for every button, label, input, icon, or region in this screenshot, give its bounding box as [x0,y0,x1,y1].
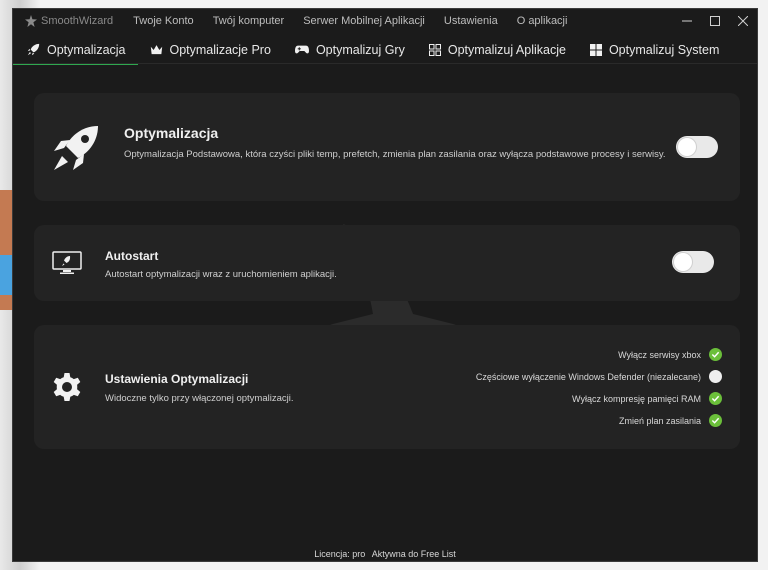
rocket-icon [27,43,40,56]
maximize-icon [710,16,720,26]
menu-item-account[interactable]: Twoje Konto [133,15,194,27]
tab-optymalizuj-gry[interactable]: Optymalizuj Gry [283,37,417,63]
card-title: Ustawienia Optymalizacji [105,372,249,386]
card-autostart: Autostart Autostart optymalizacji wraz z… [34,225,740,301]
menu-item-settings[interactable]: Ustawienia [444,15,498,27]
option-row-xbox[interactable]: Wyłącz serwisy xbox [618,348,722,361]
checkmark-icon [711,351,720,358]
app-brand-label: SmoothWizard [41,15,114,27]
tab-optymalizacje-pro[interactable]: Optymalizacje Pro [138,37,283,63]
window-controls [673,9,757,33]
status-bar: Licencja: pro Aktywna do Free List [13,549,757,559]
option-row-defender[interactable]: Częściowe wyłączenie Windows Defender (n… [476,370,722,383]
apps-grid-icon [428,43,441,56]
free-list-label: Aktywna do Free List [371,549,456,559]
monitor-rocket-icon [52,251,82,274]
tab-optymalizuj-aplikacje[interactable]: Optymalizuj Aplikacje [417,37,578,63]
maximize-button[interactable] [701,9,729,33]
tab-label: Optymalizuj Aplikacje [447,42,566,57]
app-window: SmoothWizard Twoje Konto Twój komputer S… [12,8,758,562]
menu-item-mobile-server[interactable]: Serwer Mobilnej Aplikacji [303,15,425,27]
option-label: Wyłącz kompresję pamięci RAM [572,393,701,404]
tab-label: Optymalizacje Pro [169,42,271,57]
option-label: Zmień plan zasilania [618,415,701,426]
card-ustawienia-optymalizacji: Ustawienia Optymalizacji Widoczne tylko … [34,325,740,449]
app-brand: SmoothWizard [25,15,113,27]
card-title: Optymalizacja [124,125,219,141]
main-content: Optymalizacja Optymalizacja Podstawowa, … [13,64,757,544]
gamepad-icon [294,45,309,54]
checkmark-icon [711,417,720,424]
crown-icon [150,44,162,54]
tab-label: Optymalizuj Gry [315,42,405,57]
check-icon[interactable] [709,392,722,405]
option-row-power-plan[interactable]: Zmień plan zasilania [619,414,722,427]
check-icon[interactable] [709,348,722,361]
tab-optymalizacja[interactable]: Optymalizacja [13,37,138,65]
title-bar: SmoothWizard Twoje Konto Twój komputer S… [13,9,757,33]
autostart-toggle[interactable] [672,251,714,273]
card-description: Autostart optymalizacji wraz z uruchomie… [105,269,337,280]
optimization-toggle[interactable] [676,136,718,158]
option-row-ram-compression[interactable]: Wyłącz kompresję pamięci RAM [572,392,722,405]
tab-label: Optymalizuj System [608,42,720,57]
card-description: Optymalizacja Podstawowa, która czyści p… [124,149,666,160]
menu-item-computer[interactable]: Twój komputer [213,15,285,27]
top-menu: SmoothWizard Twoje Konto Twój komputer S… [13,9,586,33]
toggle-knob [678,138,696,156]
card-optymalizacja: Optymalizacja Optymalizacja Podstawowa, … [34,93,740,201]
tab-bar: Optymalizacja Optymalizacje Pro Optymali… [13,36,757,65]
toggle-knob [674,253,692,271]
close-button[interactable] [729,9,757,33]
wizard-logo-icon [25,15,37,27]
minimize-button[interactable] [673,9,701,33]
rocket-icon [54,126,98,170]
license-label: Licencja: pro [314,549,366,559]
option-label: Częściowe wyłączenie Windows Defender (n… [475,371,701,382]
card-description: Widoczne tylko przy włączonej optymaliza… [105,393,294,404]
menu-item-about[interactable]: O aplikacji [517,15,568,27]
option-label: Wyłącz serwisy xbox [618,349,701,360]
desktop-icon-partial-blue [0,255,12,295]
close-icon [738,16,748,26]
gear-icon [53,373,81,401]
check-icon[interactable] [709,414,722,427]
minimize-icon [682,20,692,22]
card-title: Autostart [105,249,159,263]
windows-icon [589,43,602,56]
tab-optymalizuj-system[interactable]: Optymalizuj System [578,37,731,63]
unchecked-circle-icon[interactable] [709,370,722,383]
tab-label: Optymalizacja [47,42,126,57]
checkmark-icon [711,395,720,402]
